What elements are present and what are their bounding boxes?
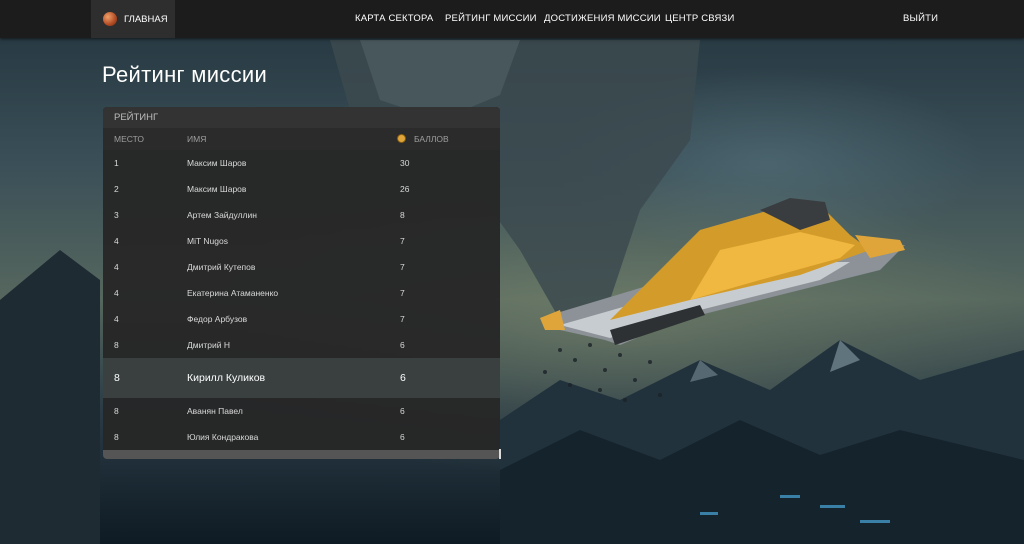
cell-place: 1 bbox=[114, 158, 119, 168]
table-row: 1 Максим Шаров 30 bbox=[103, 150, 500, 176]
cell-score: 6 bbox=[400, 406, 405, 416]
cell-score: 30 bbox=[400, 158, 410, 168]
cell-name: Кирилл Куликов bbox=[187, 372, 266, 384]
page-title: Рейтинг миссии bbox=[102, 62, 268, 87]
logout-link[interactable]: ВЫЙТИ bbox=[903, 0, 938, 38]
cell-name: Федор Арбузов bbox=[187, 314, 248, 324]
cell-name: Екатерина Атаманенко bbox=[187, 288, 279, 298]
cell-score: 8 bbox=[400, 210, 405, 220]
cell-score: 6 bbox=[400, 432, 405, 442]
cell-place: 2 bbox=[114, 184, 119, 194]
rating-panel-header: РЕЙТИНГ bbox=[103, 107, 500, 128]
table-row: 8 Юлия Кондракова 6 bbox=[103, 424, 500, 450]
cell-score: 7 bbox=[400, 288, 405, 298]
scrollbar-handle[interactable] bbox=[499, 449, 501, 459]
planet-icon bbox=[103, 12, 117, 26]
cell-place: 8 bbox=[114, 406, 119, 416]
cell-name: Максим Шаров bbox=[187, 184, 247, 194]
cell-score: 7 bbox=[400, 236, 405, 246]
cell-score: 7 bbox=[400, 262, 405, 272]
cell-place: 8 bbox=[114, 372, 120, 384]
cell-name: MiT Nugos bbox=[187, 236, 228, 246]
cell-place: 4 bbox=[114, 288, 119, 298]
cell-place: 4 bbox=[114, 262, 119, 272]
cell-score: 6 bbox=[400, 372, 406, 384]
table-row-current-user: 8 Кирилл Куликов 6 bbox=[103, 358, 500, 398]
nav-mission-rating[interactable]: РЕЙТИНГ МИССИИ bbox=[445, 0, 537, 38]
table-row: 4 Федор Арбузов 7 bbox=[103, 306, 500, 332]
home-link[interactable]: ГЛАВНАЯ bbox=[91, 0, 175, 38]
cell-name: Максим Шаров bbox=[187, 158, 247, 168]
horizontal-scrollbar[interactable] bbox=[103, 450, 500, 459]
table-row: 8 Аванян Павел 6 bbox=[103, 398, 500, 424]
rating-panel: РЕЙТИНГ МЕСТО ИМЯ БАЛЛОВ 1 Максим Шаров 30… bbox=[103, 107, 500, 459]
home-link-label: ГЛАВНАЯ bbox=[124, 13, 168, 25]
cell-score: 7 bbox=[400, 314, 405, 324]
cell-place: 3 bbox=[114, 210, 119, 220]
top-navigation: ГЛАВНАЯ КАРТА СЕКТОРА РЕЙТИНГ МИССИИ ДОС… bbox=[0, 0, 1024, 38]
coin-icon bbox=[397, 134, 406, 144]
cell-score: 6 bbox=[400, 340, 405, 350]
table-row: 2 Максим Шаров 26 bbox=[103, 176, 500, 202]
nav-mission-achievements[interactable]: ДОСТИЖЕНИЯ МИССИИ bbox=[544, 0, 661, 38]
rating-table-header: МЕСТО ИМЯ БАЛЛОВ bbox=[103, 128, 500, 150]
rating-table-body: 1 Максим Шаров 30 2 Максим Шаров 26 3 Артем Зай… bbox=[103, 150, 500, 450]
column-header-score-label: БАЛЛОВ bbox=[414, 134, 449, 144]
nav-sector-map[interactable]: КАРТА СЕКТОРА bbox=[355, 0, 433, 38]
cell-place: 4 bbox=[114, 236, 119, 246]
cell-name: Юлия Кондракова bbox=[187, 432, 259, 442]
cell-score: 26 bbox=[400, 184, 410, 194]
column-header-place: МЕСТО bbox=[114, 134, 145, 144]
cell-name: Дмитрий Н bbox=[187, 340, 230, 350]
cell-name: Аванян Павел bbox=[187, 406, 243, 416]
cell-place: 4 bbox=[114, 314, 119, 324]
table-row: 3 Артем Зайдуллин 8 bbox=[103, 202, 500, 228]
cell-name: Дмитрий Кутепов bbox=[187, 262, 256, 272]
table-row: 4 MiT Nugos 7 bbox=[103, 228, 500, 254]
nav-comm-center[interactable]: ЦЕНТР СВЯЗИ bbox=[665, 0, 735, 38]
cell-name: Артем Зайдуллин bbox=[187, 210, 257, 220]
column-header-name: ИМЯ bbox=[187, 134, 207, 144]
table-row: 8 Дмитрий Н 6 bbox=[103, 332, 500, 358]
table-row: 4 Екатерина Атаманенко 7 bbox=[103, 280, 500, 306]
cell-place: 8 bbox=[114, 340, 119, 350]
cell-place: 8 bbox=[114, 432, 119, 442]
column-header-score: БАЛЛОВ bbox=[397, 128, 449, 150]
table-row: 4 Дмитрий Кутепов 7 bbox=[103, 254, 500, 280]
